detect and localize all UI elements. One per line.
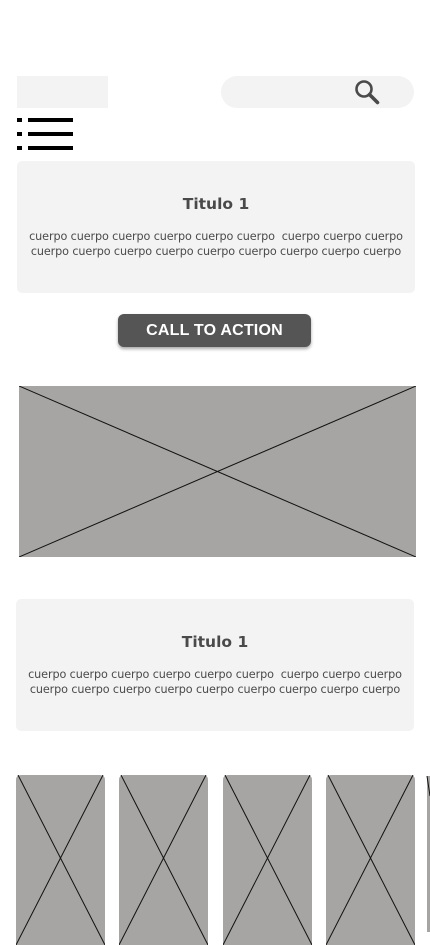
content-card: Titulo 1 cuerpo cuerpo cuerpo cuerpo cue… [17, 161, 415, 293]
content-card: Titulo 1 cuerpo cuerpo cuerpo cuerpo cue… [16, 599, 414, 731]
card-body: cuerpo cuerpo cuerpo cuerpo cuerpo cuerp… [28, 667, 402, 696]
thumbnail-image-placeholder[interactable] [119, 775, 208, 945]
hero-image-placeholder [19, 386, 416, 557]
search-bar[interactable] [221, 76, 414, 108]
thumbnail-edge-placeholder [426, 776, 430, 932]
call-to-action-button[interactable]: CALL TO ACTION [118, 314, 311, 347]
card-body: cuerpo cuerpo cuerpo cuerpo cuerpo cuerp… [29, 229, 403, 258]
list-menu-icon[interactable] [17, 118, 73, 150]
thumbnail-image-placeholder[interactable] [16, 775, 105, 945]
card-title: Titulo 1 [182, 195, 250, 213]
card-title: Titulo 1 [181, 633, 249, 651]
thumbnail-image-placeholder[interactable] [326, 775, 415, 945]
search-icon[interactable] [354, 79, 380, 105]
logo-placeholder[interactable] [17, 76, 108, 108]
thumbnail-image-placeholder[interactable] [223, 775, 312, 945]
